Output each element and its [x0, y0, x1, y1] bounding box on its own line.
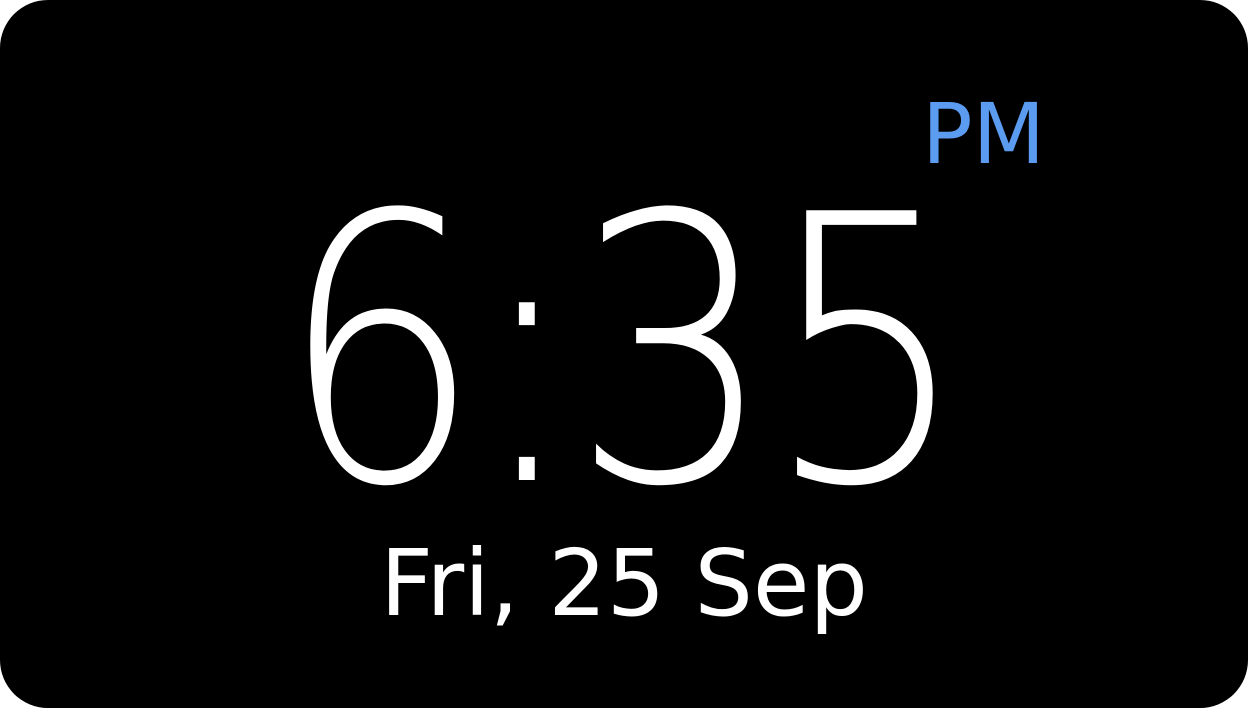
clock-screen: PM 6:35 Fri, 25 Sep: [0, 0, 1248, 708]
time-digits: 6:35: [278, 138, 968, 568]
time-display: 6:35: [0, 168, 1248, 538]
date-display: Fri, 25 Sep: [380, 530, 868, 637]
